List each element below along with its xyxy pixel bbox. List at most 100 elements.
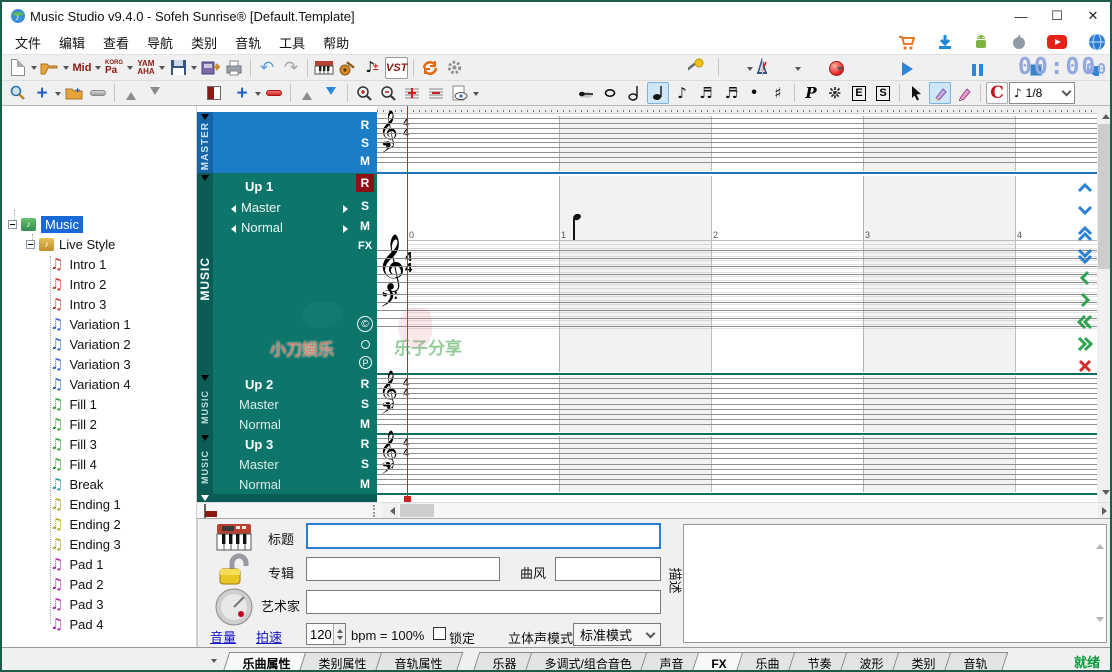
tree-style-item[interactable]: ♫ Variation 4 <box>50 374 131 394</box>
tree-group-live-style[interactable]: ♪ Live Style <box>26 234 115 254</box>
snowflake-tool[interactable] <box>824 82 846 104</box>
tree-item-label[interactable]: Variation 3 <box>69 357 130 372</box>
tree-item-label[interactable]: Fill 4 <box>69 457 96 472</box>
view-options-caret[interactable] <box>473 92 479 99</box>
yamaha-button[interactable]: YAMAHA <box>135 57 157 79</box>
new-file-button[interactable] <box>7 57 29 79</box>
new-file-caret[interactable] <box>31 66 37 73</box>
tree-style-item[interactable]: ♫ Pad 1 <box>50 554 103 574</box>
guitar-button[interactable] <box>337 57 359 79</box>
tree-style-item[interactable]: ♫ Ending 1 <box>50 494 121 514</box>
expression-tool[interactable]: E <box>848 82 870 104</box>
tree-group-label[interactable]: Live Style <box>59 237 115 252</box>
desc-scroll-up[interactable] <box>1096 527 1104 545</box>
sharp-tool[interactable]: ♯ <box>767 82 789 104</box>
tempo-link[interactable]: 拍速 <box>256 627 282 646</box>
synth-keyboard-icon[interactable] <box>216 523 252 556</box>
timeline-ruler[interactable] <box>377 106 1097 114</box>
remove-category-button[interactable] <box>87 82 109 104</box>
brush-tool[interactable] <box>953 82 975 104</box>
album-input[interactable] <box>306 557 500 581</box>
tree-item-label[interactable]: Pad 3 <box>69 597 103 612</box>
rest-note-tool[interactable] <box>575 82 597 104</box>
bottom-tab[interactable]: 音轨属性 <box>375 652 464 672</box>
vst-plugins-button[interactable]: VST <box>385 57 408 79</box>
playhead-line[interactable] <box>407 106 408 502</box>
select-cursor-tool[interactable] <box>905 82 927 104</box>
tree-item-label[interactable]: Variation 1 <box>69 317 130 332</box>
settings-gear-icon[interactable] <box>443 57 465 79</box>
tree-item-label[interactable]: Fill 3 <box>69 437 96 452</box>
open-file-button[interactable] <box>39 57 61 79</box>
move-down-button[interactable] <box>144 82 166 104</box>
up1-fx-button[interactable]: FX <box>353 237 377 255</box>
zoom-out-icon[interactable] <box>377 82 399 104</box>
move-note-down-button[interactable] <box>1074 200 1096 220</box>
symbol-tool[interactable]: S <box>872 82 894 104</box>
menu-item[interactable]: 导航 <box>138 31 182 54</box>
save-button[interactable] <box>167 57 189 79</box>
track-down-button[interactable] <box>320 82 342 104</box>
tree-item-label[interactable]: Intro 2 <box>69 277 106 292</box>
title-input[interactable] <box>306 523 661 549</box>
pause-button[interactable] <box>967 59 989 81</box>
up2-solo-button[interactable]: S <box>356 395 374 413</box>
youtube-icon[interactable] <box>1046 32 1068 52</box>
refresh-button[interactable] <box>419 57 441 79</box>
up2-track-header[interactable]: MUSIC Up 2 Master Normal R S M <box>197 374 377 434</box>
next-track-sliver[interactable] <box>197 494 377 502</box>
menu-item[interactable]: 查看 <box>94 31 138 54</box>
close-button[interactable]: ✕ <box>1076 2 1110 30</box>
master-track-header[interactable]: MASTER R S M <box>197 112 377 173</box>
bottom-tab[interactable]: 音轨 <box>944 652 1009 672</box>
whole-note-tool[interactable] <box>599 82 621 104</box>
hscroll-thumb[interactable] <box>400 504 434 517</box>
tree-style-item[interactable]: ♫ Fill 3 <box>50 434 97 454</box>
volume-knob-icon[interactable] <box>214 587 254 632</box>
tree-item-label[interactable]: Variation 4 <box>69 377 130 392</box>
track-up-button[interactable] <box>296 82 318 104</box>
tree-style-item[interactable]: ♫ Break <box>50 474 103 494</box>
scroll-down-arrow[interactable] <box>1097 486 1112 502</box>
tree-style-item[interactable]: ♫ Intro 2 <box>50 274 106 294</box>
up3-master-row[interactable]: Master <box>239 457 279 472</box>
tree-item-label[interactable]: Fill 1 <box>69 397 96 412</box>
notation-area[interactable]: 𝄞 44 𝄢 01234 𝄞 44 𝄢 𝄞 44 𝄢 𝄞 44 <box>377 106 1097 502</box>
redo-icon[interactable]: ↷ <box>280 57 302 79</box>
zoom-in-icon[interactable] <box>353 82 375 104</box>
up2-normal-row[interactable]: Normal <box>239 417 281 432</box>
tree-root-label[interactable]: Music <box>41 216 83 233</box>
quarter-note-tool[interactable] <box>647 82 669 104</box>
view-options-icon[interactable] <box>449 82 471 104</box>
master-strip[interactable]: MASTER <box>197 112 213 173</box>
up2-track-name[interactable]: Up 2 <box>245 377 273 392</box>
tree-style-item[interactable]: ♫ Ending 3 <box>50 534 121 554</box>
tree-style-item[interactable]: ♫ Variation 1 <box>50 314 131 334</box>
tree-item-label[interactable]: Ending 1 <box>69 497 120 512</box>
tree-style-item[interactable]: ♫ Ending 2 <box>50 514 121 534</box>
volume-link[interactable]: 音量 <box>210 627 236 646</box>
play-caret[interactable] <box>837 67 843 74</box>
up3-normal-row[interactable]: Normal <box>239 477 281 492</box>
splitter-handle[interactable] <box>373 505 377 517</box>
pencil-tool[interactable] <box>929 82 951 104</box>
search-icon[interactable] <box>7 82 29 104</box>
tempo-value[interactable]: 120 <box>307 624 333 644</box>
up3-solo-button[interactable]: S <box>356 455 374 473</box>
bottom-tab[interactable]: 类别属性 <box>299 652 388 672</box>
menu-item[interactable]: 文件 <box>6 31 50 54</box>
menu-item[interactable]: 工具 <box>270 31 314 54</box>
tree-style-item[interactable]: ♫ Intro 1 <box>50 254 106 274</box>
tree-style-item[interactable]: ♫ Pad 4 <box>50 614 103 634</box>
korg-caret[interactable] <box>127 66 133 73</box>
play-button[interactable] <box>896 58 918 80</box>
download-icon[interactable] <box>934 32 956 52</box>
tree-item-label[interactable]: Fill 2 <box>69 417 96 432</box>
up1-track-header[interactable]: MUSIC Up 1 Master Normal R S M FX © P <box>197 173 377 374</box>
up2-strip[interactable]: MUSIC <box>197 374 213 434</box>
up2-master-row[interactable]: Master <box>239 397 279 412</box>
tree-style-item[interactable]: ♫ Pad 2 <box>50 574 103 594</box>
delete-note-button[interactable] <box>1074 356 1096 376</box>
tree-item-label[interactable]: Pad 4 <box>69 617 103 632</box>
tempo-down-arrow[interactable] <box>334 634 345 644</box>
